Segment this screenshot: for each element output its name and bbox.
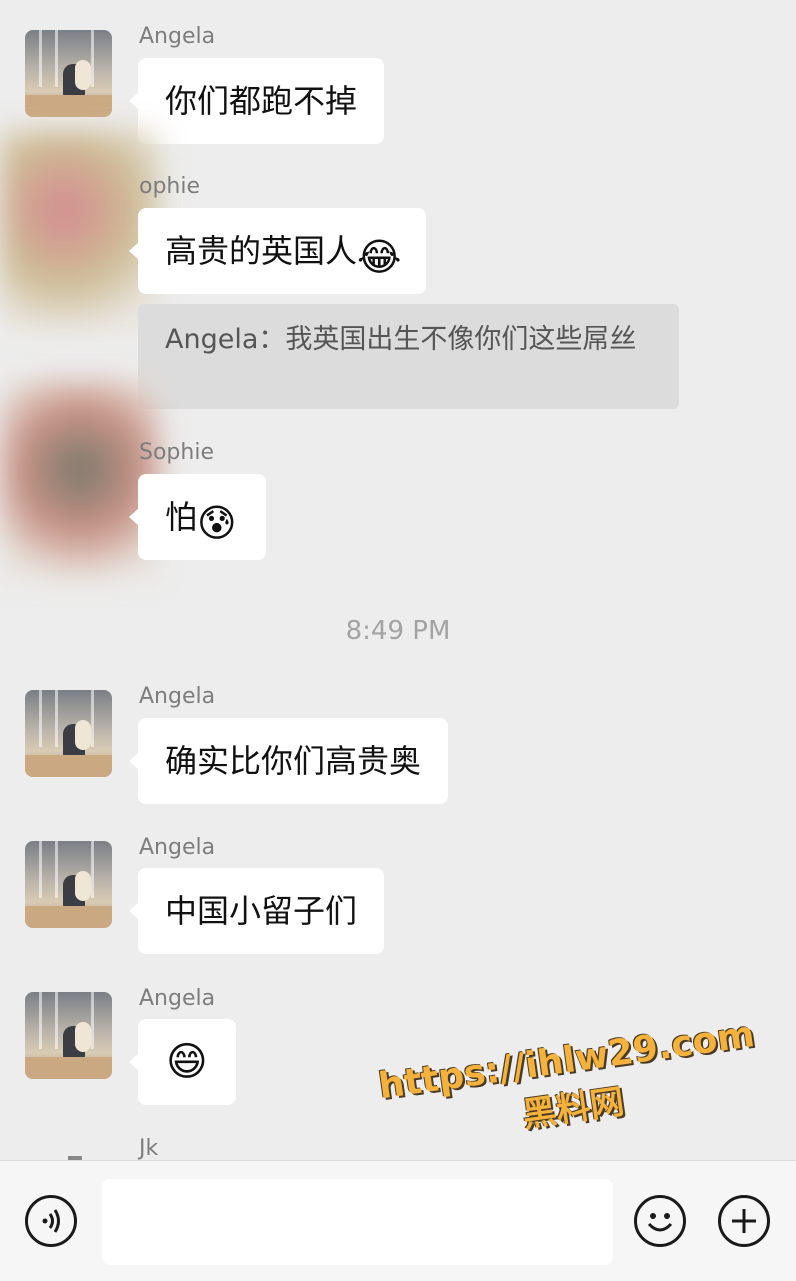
message-text: 高贵的英国人 xyxy=(165,232,358,270)
message-text: 你们都跑不掉 xyxy=(165,82,358,120)
message-bubble[interactable]: 😄 xyxy=(129,1019,236,1105)
sender-name: Angela xyxy=(139,24,216,49)
avatar-angela[interactable] xyxy=(25,690,112,777)
message-bubble[interactable]: 你们都跑不掉 xyxy=(128,58,385,144)
sender-name: Angela xyxy=(139,684,216,709)
avatar-angela[interactable] xyxy=(25,30,112,117)
avatar-sophie-blurred[interactable] xyxy=(0,130,160,330)
sender-name: Jk xyxy=(139,1136,159,1160)
timestamp: 8:49 PM xyxy=(345,616,451,646)
sender-name: Angela xyxy=(139,835,216,860)
chat-area[interactable]: Angela 你们都跑不掉 ophie 高贵的英国人😂 Angela：我英国出生… xyxy=(0,0,796,1160)
anxious-sweat-icon: 😰 xyxy=(197,501,237,545)
voice-icon xyxy=(42,1209,60,1233)
grinning-face-icon: 😄 xyxy=(166,1039,208,1085)
plus-icon xyxy=(732,1209,756,1233)
message-text: 怕 xyxy=(165,498,198,536)
voice-button[interactable] xyxy=(25,1195,77,1247)
sender-name: Sophie xyxy=(139,440,214,465)
message-bubble[interactable]: 确实比你们高贵奥 xyxy=(128,718,449,804)
input-bar xyxy=(0,1160,796,1281)
sender-name: Angela xyxy=(139,986,216,1011)
emoji-button[interactable] xyxy=(634,1195,686,1247)
emoji-icon xyxy=(647,1213,673,1232)
avatar-angela[interactable] xyxy=(25,841,112,928)
message-input[interactable] xyxy=(102,1179,613,1265)
message-bubble[interactable]: 高贵的英国人😂 xyxy=(128,208,427,294)
avatar-angela[interactable] xyxy=(25,992,112,1079)
avatar-sophie-blurred[interactable] xyxy=(0,380,160,580)
tears-of-joy-icon: 😂 xyxy=(357,235,402,279)
message-bubble[interactable]: 中国小留子们 xyxy=(128,868,385,954)
message-text: 确实比你们高贵奥 xyxy=(165,742,422,780)
sender-name-partial: ophie xyxy=(139,174,201,199)
message-bubble[interactable]: 怕😰 xyxy=(128,474,267,560)
add-button[interactable] xyxy=(718,1195,770,1247)
quoted-message[interactable]: Angela：我英国出生不像你们这些屌丝 xyxy=(138,304,679,409)
message-text: 中国小留子们 xyxy=(165,892,358,930)
